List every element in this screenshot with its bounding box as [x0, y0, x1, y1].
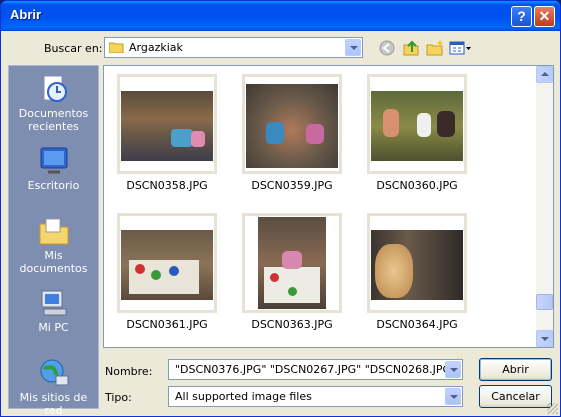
place-recent-documents[interactable]: Documentos recientes — [9, 74, 98, 133]
open-dialog: Abrir ? ✕ Buscar en: Argazkiak Documento… — [0, 0, 561, 417]
lookin-value: Argazkiak — [129, 41, 183, 54]
file-thumbnail[interactable] — [117, 74, 217, 174]
file-list[interactable]: DSCN0358.JPG DSCN0359.JPG DSCN0360.JPG D… — [103, 65, 554, 348]
filename-label: Nombre: — [105, 365, 153, 378]
lookin-combo[interactable]: Argazkiak — [104, 37, 363, 58]
photo-image — [371, 91, 463, 161]
desktop-icon — [38, 146, 70, 176]
my-computer-icon — [38, 288, 70, 318]
back-icon[interactable] — [377, 39, 397, 57]
file-thumbnail[interactable] — [367, 213, 467, 313]
filename-value: "DSCN0376.JPG" "DSCN0267.JPG" "DSCN0268.… — [175, 363, 457, 376]
close-button[interactable]: ✕ — [534, 6, 555, 27]
place-my-documents[interactable]: Mis documentos — [9, 216, 98, 275]
up-folder-icon[interactable] — [401, 39, 421, 57]
file-thumbnail[interactable] — [117, 213, 217, 313]
filename-input[interactable]: "DSCN0376.JPG" "DSCN0267.JPG" "DSCN0268.… — [168, 359, 463, 380]
photo-image — [121, 91, 213, 161]
file-name[interactable]: DSCN0360.JPG — [354, 179, 480, 192]
file-thumbnail[interactable] — [242, 74, 342, 174]
cancel-button[interactable]: Cancelar — [479, 385, 552, 408]
file-name[interactable]: DSCN0363.JPG — [229, 318, 355, 331]
file-thumbnail[interactable] — [242, 213, 342, 313]
scroll-up-button[interactable] — [536, 66, 553, 83]
my-documents-icon — [38, 216, 70, 246]
folder-icon — [108, 42, 124, 54]
view-menu-icon[interactable] — [449, 39, 471, 57]
places-bar: Documentos recientes Escritorio Mis docu… — [8, 65, 99, 416]
chevron-down-icon[interactable] — [445, 361, 461, 378]
place-label: Documentos recientes — [18, 107, 89, 133]
network-places-icon — [38, 358, 70, 388]
filetype-select[interactable]: All supported image files — [168, 386, 463, 407]
window-title: Abrir — [10, 7, 42, 22]
place-label: Mis documentos — [19, 249, 88, 275]
place-desktop[interactable]: Escritorio — [9, 146, 98, 192]
recent-documents-icon — [38, 74, 70, 104]
photo-image — [371, 230, 463, 300]
filetype-label: Tipo: — [105, 391, 132, 404]
lookin-label: Buscar en: — [44, 42, 103, 55]
file-name[interactable]: DSCN0358.JPG — [104, 179, 230, 192]
place-label: Escritorio — [27, 179, 80, 192]
help-button[interactable]: ? — [511, 6, 532, 27]
open-button[interactable]: Abrir — [479, 358, 552, 381]
title-bar[interactable]: Abrir ? ✕ — [1, 1, 560, 31]
file-name[interactable]: DSCN0361.JPG — [104, 318, 230, 331]
photo-image — [121, 230, 213, 300]
vertical-scrollbar[interactable] — [536, 66, 553, 347]
chevron-down-icon[interactable] — [445, 388, 461, 405]
file-name[interactable]: DSCN0364.JPG — [354, 318, 480, 331]
place-my-computer[interactable]: Mi PC — [9, 288, 98, 334]
chevron-down-icon[interactable] — [345, 39, 361, 56]
place-label: Mi PC — [38, 321, 69, 334]
photo-image — [258, 217, 326, 309]
photo-image — [246, 84, 338, 168]
filetype-value: All supported image files — [175, 390, 312, 403]
place-network[interactable]: Mis sitios de red — [9, 358, 98, 417]
file-name[interactable]: DSCN0359.JPG — [229, 179, 355, 192]
file-thumbnail[interactable] — [367, 74, 467, 174]
scroll-down-button[interactable] — [536, 330, 553, 347]
place-label: Mis sitios de red — [19, 391, 88, 417]
new-folder-icon[interactable] — [425, 39, 445, 57]
scrollbar-thumb[interactable] — [536, 294, 553, 310]
resize-grip[interactable] — [547, 403, 558, 414]
